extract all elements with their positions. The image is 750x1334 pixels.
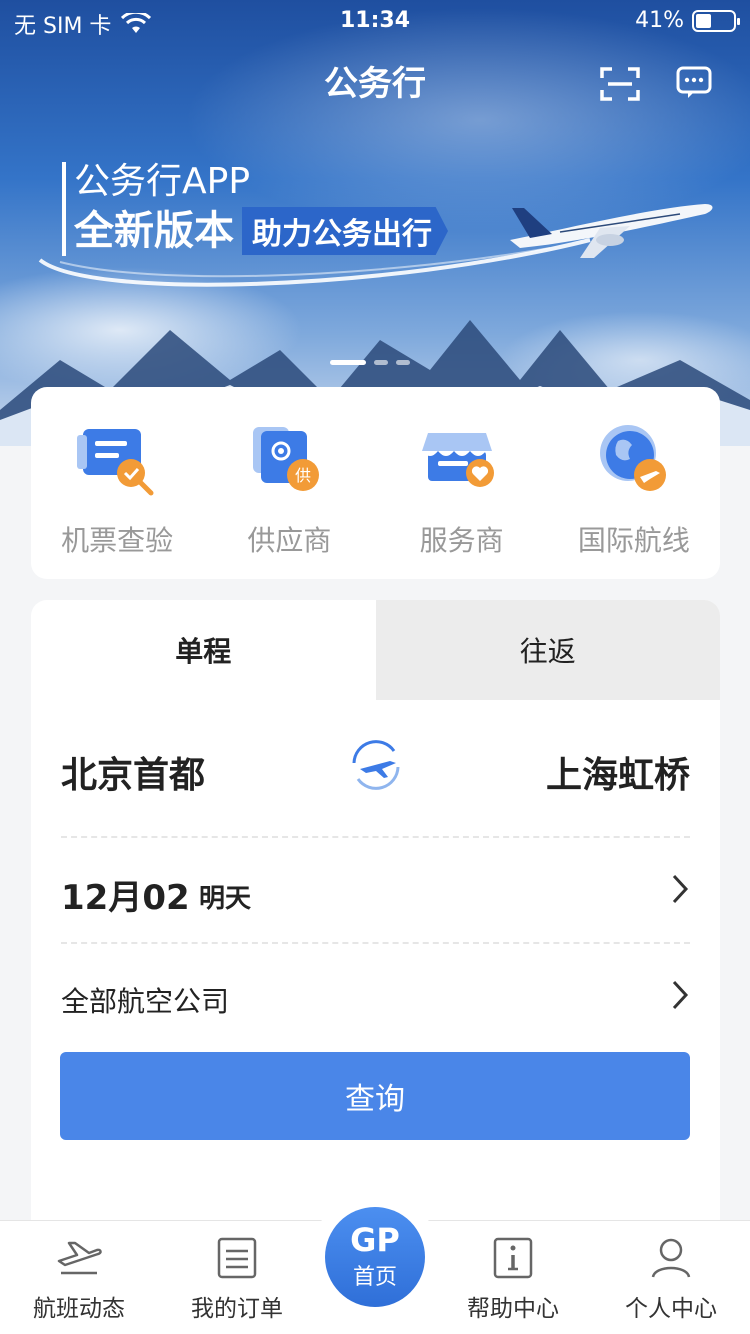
message-icon[interactable] xyxy=(676,66,712,100)
tab-one-way[interactable]: 单程 xyxy=(31,600,376,700)
chevron-right-icon xyxy=(672,874,689,904)
quick-label: 服务商 xyxy=(419,524,504,557)
airline-filter: 全部航空公司 xyxy=(61,985,230,1018)
tab-round-trip[interactable]: 往返 xyxy=(375,600,720,700)
date-selector[interactable]: 12月02 明天 xyxy=(61,836,690,942)
supplier-icon: 供 xyxy=(253,427,320,491)
departure-date: 12月02 xyxy=(61,878,190,918)
banner-headline: 全新版本 xyxy=(74,208,234,254)
home-logo: GP xyxy=(350,1221,400,1259)
quick-label: 供应商 xyxy=(247,524,332,557)
banner-text: 公务行APP 全新版本 助力公务出行 xyxy=(62,162,448,256)
search-button[interactable]: 查询 xyxy=(60,1052,690,1140)
carousel-dot xyxy=(374,360,388,365)
battery-icon xyxy=(692,9,740,32)
tab-home[interactable]: GP 首页 xyxy=(325,1207,425,1307)
quick-item-supplier[interactable]: 供 供应商 xyxy=(209,421,369,559)
quick-menu: 机票查验 供 供应商 服务商 国际航线 xyxy=(31,387,720,579)
tab-flight-status[interactable]: 航班动态 xyxy=(4,1235,154,1323)
date-note: 明天 xyxy=(199,884,252,914)
quick-item-service[interactable]: 服务商 xyxy=(382,421,542,559)
tab-label: 帮助中心 xyxy=(467,1296,559,1322)
orders-icon xyxy=(217,1237,257,1279)
quick-item-ticket-check[interactable]: 机票查验 xyxy=(37,421,197,559)
flight-status-icon xyxy=(57,1241,102,1275)
tab-label: 个人中心 xyxy=(625,1296,717,1322)
tab-help-center[interactable]: 帮助中心 xyxy=(438,1235,588,1323)
arrival-city[interactable]: 上海虹桥 xyxy=(546,746,690,798)
ticket-check-icon xyxy=(77,429,154,496)
tab-label: 航班动态 xyxy=(33,1296,125,1322)
carousel-dot xyxy=(396,360,410,365)
flight-search-card: 单程 往返 北京首都 上海虹桥 12月02 明天 全部航空公司 查询 xyxy=(31,600,720,1240)
airplane-illustration xyxy=(510,204,713,258)
quick-label: 机票查验 xyxy=(61,524,174,557)
carousel-indicator xyxy=(330,360,410,365)
svg-text:供: 供 xyxy=(295,466,311,485)
hero-banner[interactable]: 无 SIM 卡 11:34 41% 公务行 公务行APP 全新版本 助力公务出行 xyxy=(0,0,750,446)
banner-tag: 助力公务出行 xyxy=(242,207,448,255)
chevron-right-icon xyxy=(672,980,689,1010)
info-icon xyxy=(493,1237,533,1279)
trip-type-tabs: 单程 往返 xyxy=(31,600,720,700)
tab-my-orders[interactable]: 我的订单 xyxy=(162,1235,312,1323)
bottom-tab-bar: 航班动态 我的订单 GP 首页 帮助中心 个人中心 xyxy=(0,1193,750,1334)
user-icon xyxy=(651,1238,691,1278)
status-bar: 无 SIM 卡 11:34 41% xyxy=(0,0,750,40)
scan-icon[interactable] xyxy=(600,66,640,102)
tab-profile[interactable]: 个人中心 xyxy=(596,1235,746,1323)
service-store-icon xyxy=(421,433,494,487)
swap-cities-icon[interactable] xyxy=(344,733,408,797)
banner-subtitle: 公务行APP xyxy=(74,161,251,202)
carousel-dot xyxy=(330,360,366,365)
quick-item-international[interactable]: 国际航线 xyxy=(554,421,714,559)
tab-label: 我的订单 xyxy=(191,1296,283,1322)
quick-label: 国际航线 xyxy=(577,524,690,557)
tab-label: 首页 xyxy=(352,1265,397,1290)
route-selector: 北京首都 上海虹桥 xyxy=(31,700,720,836)
globe-plane-icon xyxy=(599,425,666,491)
departure-city[interactable]: 北京首都 xyxy=(61,746,205,798)
airline-selector[interactable]: 全部航空公司 xyxy=(61,942,690,1048)
battery-percent: 41% xyxy=(635,8,684,33)
